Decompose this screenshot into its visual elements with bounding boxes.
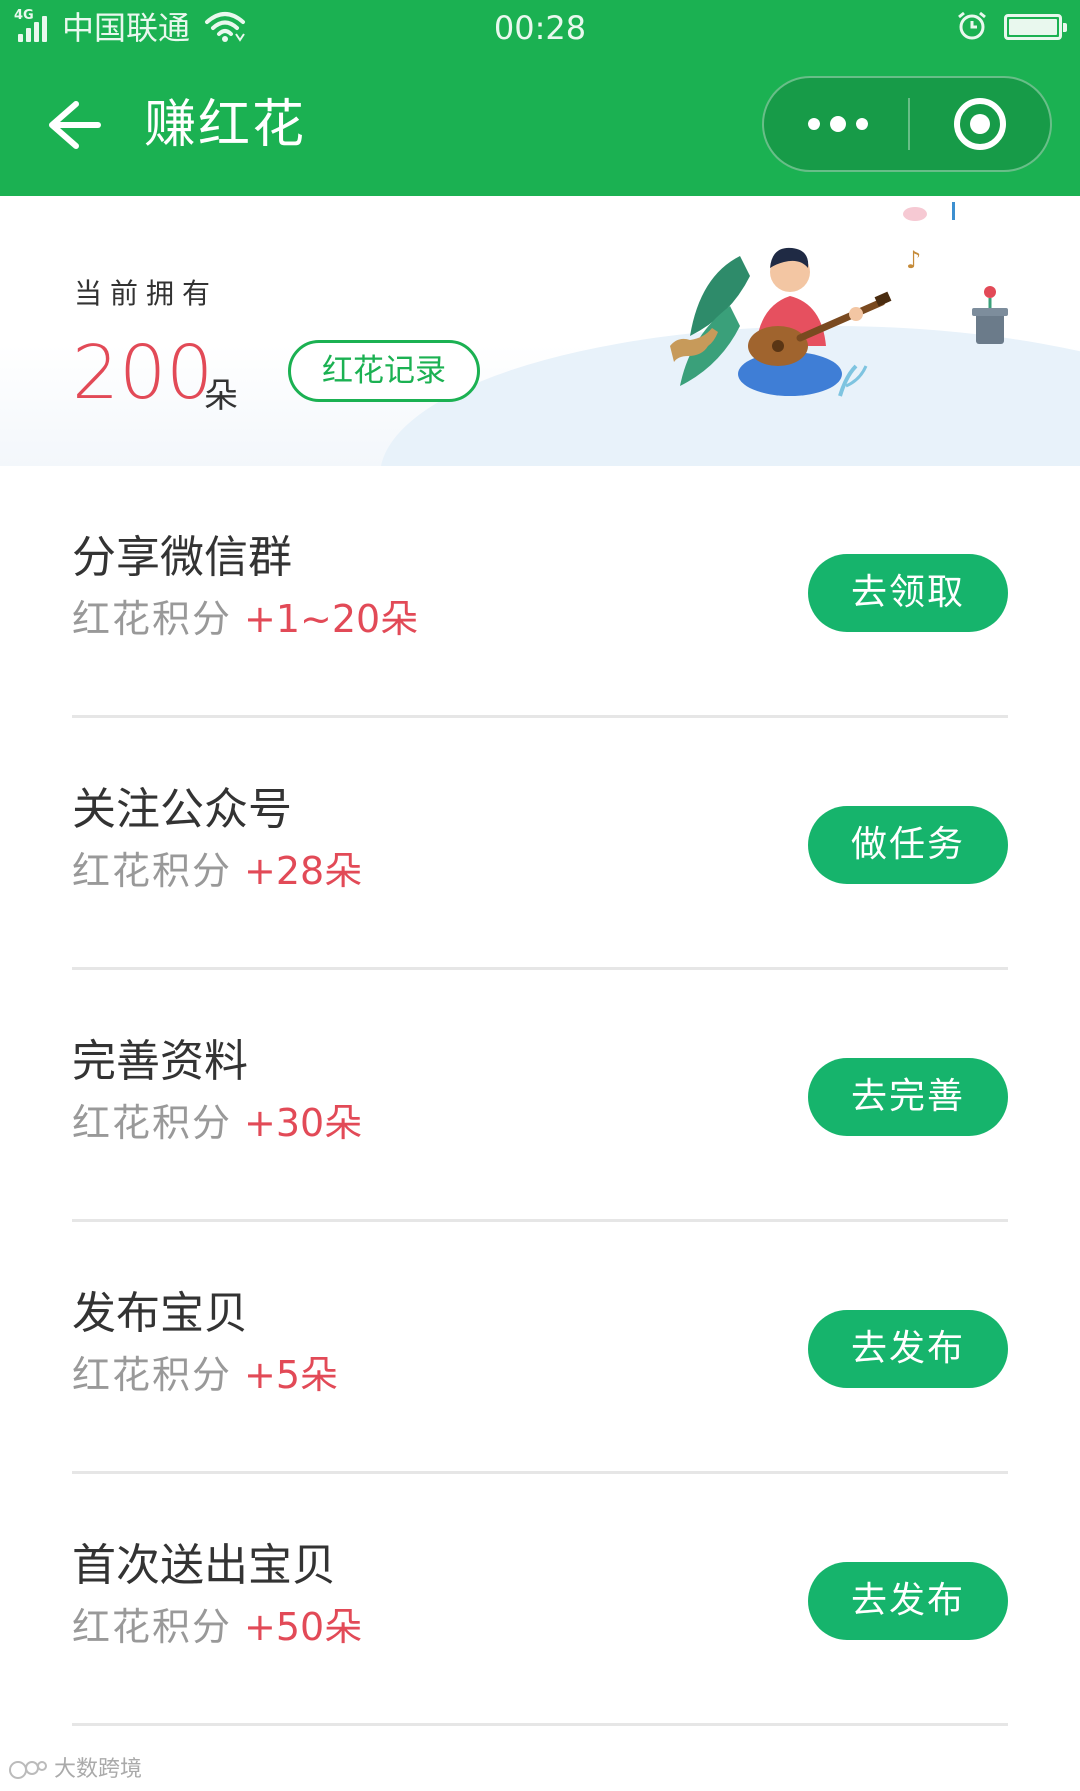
battery-icon [1004,14,1067,40]
alarm-icon [958,11,986,40]
task-item: 分享微信群 红花积分 +1~20朵 去领取 [0,466,1080,718]
task-reward: 红花积分 +1~20朵 [72,594,418,644]
more-dot-icon [830,116,846,132]
clock: 00:28 [493,9,587,47]
reward-value: +28朵 [244,849,363,893]
reward-label: 红花积分 [72,597,233,641]
owned-count: 200 [72,330,214,416]
complete-profile-button[interactable]: 去完善 [808,1058,1008,1136]
reward-value: +50朵 [244,1605,363,1649]
task-item: 发布宝贝 红花积分 +5朵 去发布 [0,1222,1080,1474]
owned-label: 当前拥有 [74,277,219,310]
divider [72,1723,1008,1726]
guitar-player-illustration: ♪ [670,202,1008,397]
task-reward: 红花积分 +50朵 [72,1602,362,1652]
more-dot-icon [856,118,868,130]
reward-label: 红花积分 [72,1101,233,1145]
task-title: 分享微信群 [72,532,292,583]
task-item: 关注公众号 红花积分 +28朵 做任务 [0,718,1080,970]
watermark-logo-icon [9,1761,47,1779]
task-title: 完善资料 [72,1036,248,1087]
flower-record-button[interactable]: 红花记录 [288,340,480,402]
publish-button[interactable]: 去发布 [808,1310,1008,1388]
reward-value: +1~20朵 [244,597,419,641]
task-item: 完善资料 红花积分 +30朵 去完善 [0,970,1080,1222]
owned-unit: 朵 [204,376,238,416]
watermark-text: 大数跨境 [54,1757,143,1782]
task-item: 首次送出宝贝 红花积分 +50朵 去发布 [0,1474,1080,1726]
more-dot-icon [808,118,820,130]
reward-value: +30朵 [244,1101,363,1145]
top-bar: 4G 中国联通 00:28 赚红花 [0,0,1080,196]
flower-summary-card: 当前拥有 200 朵 红花记录 ♪ [0,196,1080,466]
publish-button[interactable]: 去发布 [808,1562,1008,1640]
task-reward: 红花积分 +30朵 [72,1098,362,1148]
do-task-button[interactable]: 做任务 [808,806,1008,884]
claim-button[interactable]: 去领取 [808,554,1008,632]
watermark: 大数跨境 [8,1752,148,1788]
more-menu-button[interactable] [764,78,908,170]
task-title: 首次送出宝贝 [72,1540,336,1591]
mini-program-capsule [762,76,1052,172]
task-reward: 红花积分 +5朵 [72,1350,338,1400]
task-reward: 红花积分 +28朵 [72,846,362,896]
reward-label: 红花积分 [72,849,233,893]
task-title: 关注公众号 [72,784,292,835]
status-bar: 4G 中国联通 00:28 [0,0,1080,56]
reward-label: 红花积分 [72,1605,233,1649]
task-title: 发布宝贝 [72,1288,248,1339]
svg-text:♪: ♪ [906,246,921,274]
close-mini-program-button[interactable] [910,78,1052,170]
reward-value: +5朵 [244,1353,339,1397]
page-title: 赚红花 [144,95,307,155]
reward-label: 红花积分 [72,1353,233,1397]
back-arrow-icon[interactable] [36,90,106,160]
task-list: 分享微信群 红花积分 +1~20朵 去领取 关注公众号 红花积分 +28朵 做任务 … [0,466,1080,1726]
